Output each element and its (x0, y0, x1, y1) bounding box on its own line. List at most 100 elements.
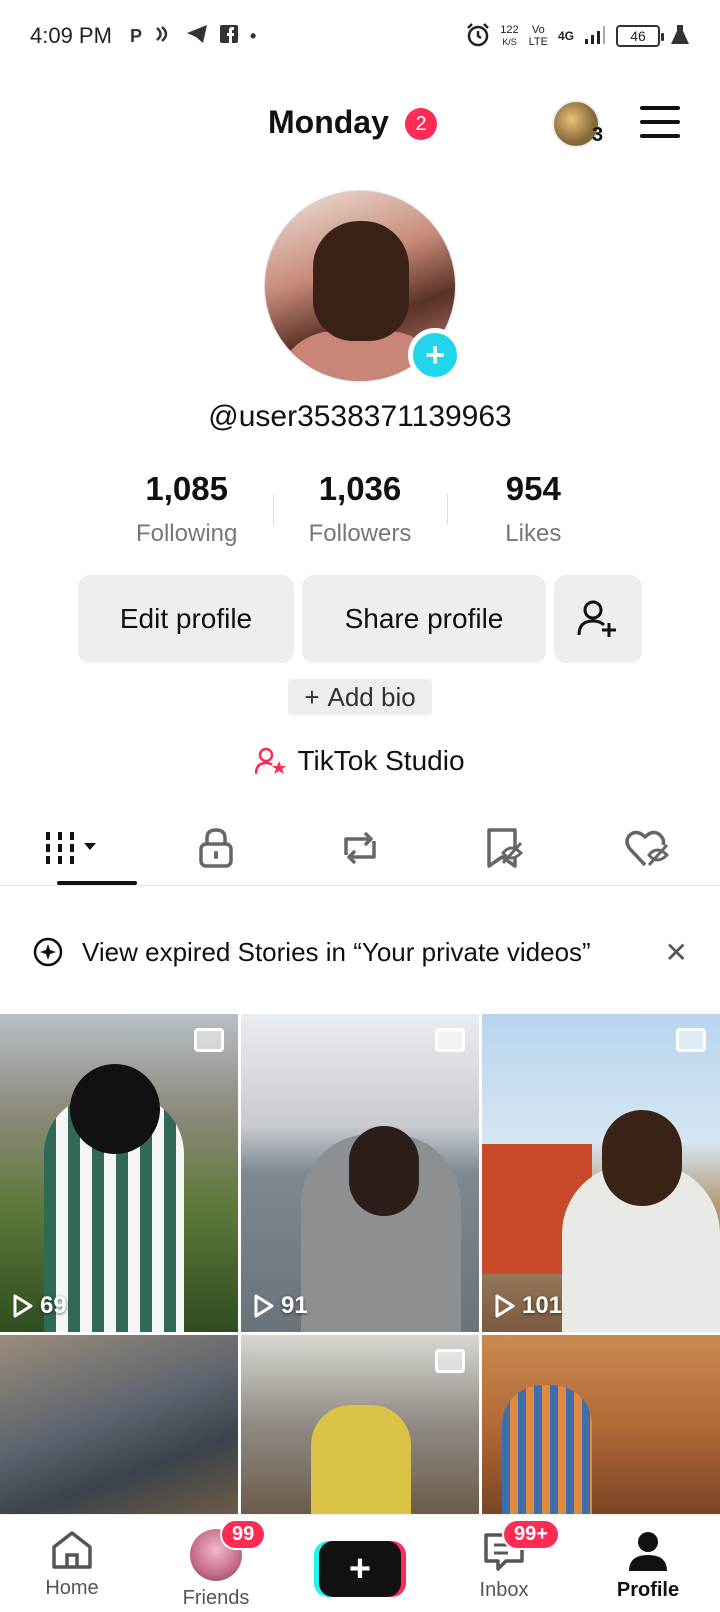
nav-create[interactable]: + (288, 1515, 432, 1612)
notification-icons: P • (130, 24, 256, 49)
tab-favorites[interactable] (432, 810, 576, 885)
nav-home[interactable]: Home (0, 1515, 144, 1612)
followers-stat[interactable]: 1,036 Followers (273, 470, 446, 548)
username: @user3538371139963 (208, 400, 512, 433)
dot-icon: • (249, 25, 257, 46)
edit-profile-button[interactable]: Edit profile (78, 575, 294, 663)
account-switcher-title[interactable]: Monday (268, 104, 389, 141)
photo-icon (435, 1028, 465, 1052)
following-stat[interactable]: 1,085 Following (100, 470, 273, 548)
nav-home-label: Home (45, 1577, 99, 1599)
nav-profile[interactable]: Profile (576, 1515, 720, 1612)
banner-text: View expired Stories in “Your private vi… (82, 937, 591, 967)
flask-icon (670, 24, 690, 49)
likes-count: 954 (505, 470, 561, 507)
profile-actions: Edit profile Share profile (78, 575, 642, 663)
video-thumbnail[interactable] (0, 1335, 238, 1515)
home-icon (52, 1531, 92, 1569)
studio-icon (255, 747, 287, 775)
close-icon[interactable]: ✕ (665, 936, 688, 969)
likes-stat[interactable]: 954 Likes (446, 470, 620, 548)
likes-label: Likes (505, 520, 562, 547)
video-thumbnail[interactable] (482, 1335, 720, 1515)
parking-icon: P (129, 25, 142, 46)
profile-header: Monday 2 3 (0, 90, 720, 160)
battery-icon: 46 (616, 25, 664, 47)
volte-bottom: LTE (528, 36, 548, 48)
speed-unit: K/S (502, 37, 517, 47)
video-grid: 69 91 101 (0, 1014, 720, 1515)
nav-friends[interactable]: 99 Friends (144, 1515, 288, 1612)
signal-icon (584, 25, 606, 48)
add-user-icon (577, 600, 616, 637)
bookmark-hidden-icon (487, 827, 524, 868)
story-sparkle-icon (33, 937, 63, 967)
volte-indicator: Vo LTE (529, 24, 548, 48)
expired-stories-banner[interactable]: View expired Stories in “Your private vi… (0, 902, 720, 1002)
add-bio-plus: + (304, 681, 320, 712)
battery-level: 46 (630, 28, 646, 44)
repost-icon (344, 831, 376, 864)
video-thumbnail[interactable]: 69 (0, 1014, 238, 1332)
video-thumbnail[interactable] (241, 1335, 479, 1515)
profile-icon (629, 1532, 667, 1571)
content-tabs (0, 810, 720, 886)
photo-icon (194, 1028, 224, 1052)
speed-value: 122 (500, 24, 519, 36)
lock-icon (199, 827, 233, 868)
tab-videos[interactable] (0, 810, 144, 885)
network-speed: 122 K/S (500, 24, 518, 48)
following-count: 1,085 (145, 470, 228, 507)
share-profile-button[interactable]: Share profile (302, 575, 546, 663)
tiktok-studio-link[interactable]: TikTok Studio (0, 745, 720, 777)
view-count-value: 101 (522, 1292, 563, 1319)
heart-hidden-icon (625, 830, 670, 866)
create-plus-icon: + (319, 1541, 401, 1597)
followers-count: 1,036 (318, 470, 402, 507)
tab-liked[interactable] (576, 810, 720, 885)
nav-inbox[interactable]: 99+ Inbox (432, 1515, 576, 1612)
telegram-icon (186, 24, 208, 49)
tab-private[interactable] (144, 810, 288, 885)
account-notification-badge: 2 (405, 108, 437, 140)
add-bio-label: Add bio (327, 681, 416, 712)
story-avatar-count: 3 (592, 124, 604, 146)
video-thumbnail[interactable]: 91 (241, 1014, 479, 1332)
add-story-icon[interactable]: + (408, 328, 462, 382)
status-bar: 4:09 PM P • 122 K/S Vo LTE 4G 46 (0, 0, 720, 72)
friends-badge: 99 (220, 1519, 267, 1550)
inbox-badge: 99+ (502, 1519, 560, 1550)
add-bio-button[interactable]: + Add bio (288, 679, 432, 715)
profile-stats: 1,085 Following 1,036 Followers 954 Like… (100, 470, 620, 548)
nfc-icon (154, 24, 174, 49)
grid-sort-icon (46, 831, 96, 864)
view-count: 69 (12, 1292, 67, 1320)
photo-icon (676, 1028, 706, 1052)
play-icon (13, 1294, 33, 1318)
facebook-icon (219, 24, 238, 48)
tab-reposts[interactable] (288, 810, 432, 885)
studio-label: TikTok Studio (297, 745, 465, 776)
profile-avatar-wrap: + (264, 190, 462, 382)
status-time: 4:09 PM (30, 23, 112, 48)
add-friends-button[interactable] (554, 575, 642, 663)
view-count: 101 (494, 1292, 562, 1320)
photo-icon (435, 1349, 465, 1373)
network-gen: 4G (557, 29, 574, 43)
bottom-nav: Home 99 Friends + 99+ Inbox Profile (0, 1514, 720, 1612)
nav-inbox-label: Inbox (479, 1579, 529, 1601)
view-count-value: 69 (40, 1292, 67, 1319)
alarm-icon (466, 22, 490, 50)
following-label: Following (135, 520, 238, 547)
play-icon (495, 1294, 515, 1318)
view-count-value: 91 (281, 1292, 308, 1319)
nav-friends-label: Friends (182, 1587, 250, 1609)
volte-top: Vo (531, 24, 545, 36)
nav-profile-label: Profile (616, 1579, 680, 1601)
view-count: 91 (253, 1292, 308, 1320)
menu-icon[interactable] (640, 106, 680, 138)
video-thumbnail[interactable]: 101 (482, 1014, 720, 1332)
play-icon (254, 1294, 274, 1318)
followers-label: Followers (308, 520, 412, 547)
system-icons: 122 K/S Vo LTE 4G 46 (466, 22, 690, 50)
